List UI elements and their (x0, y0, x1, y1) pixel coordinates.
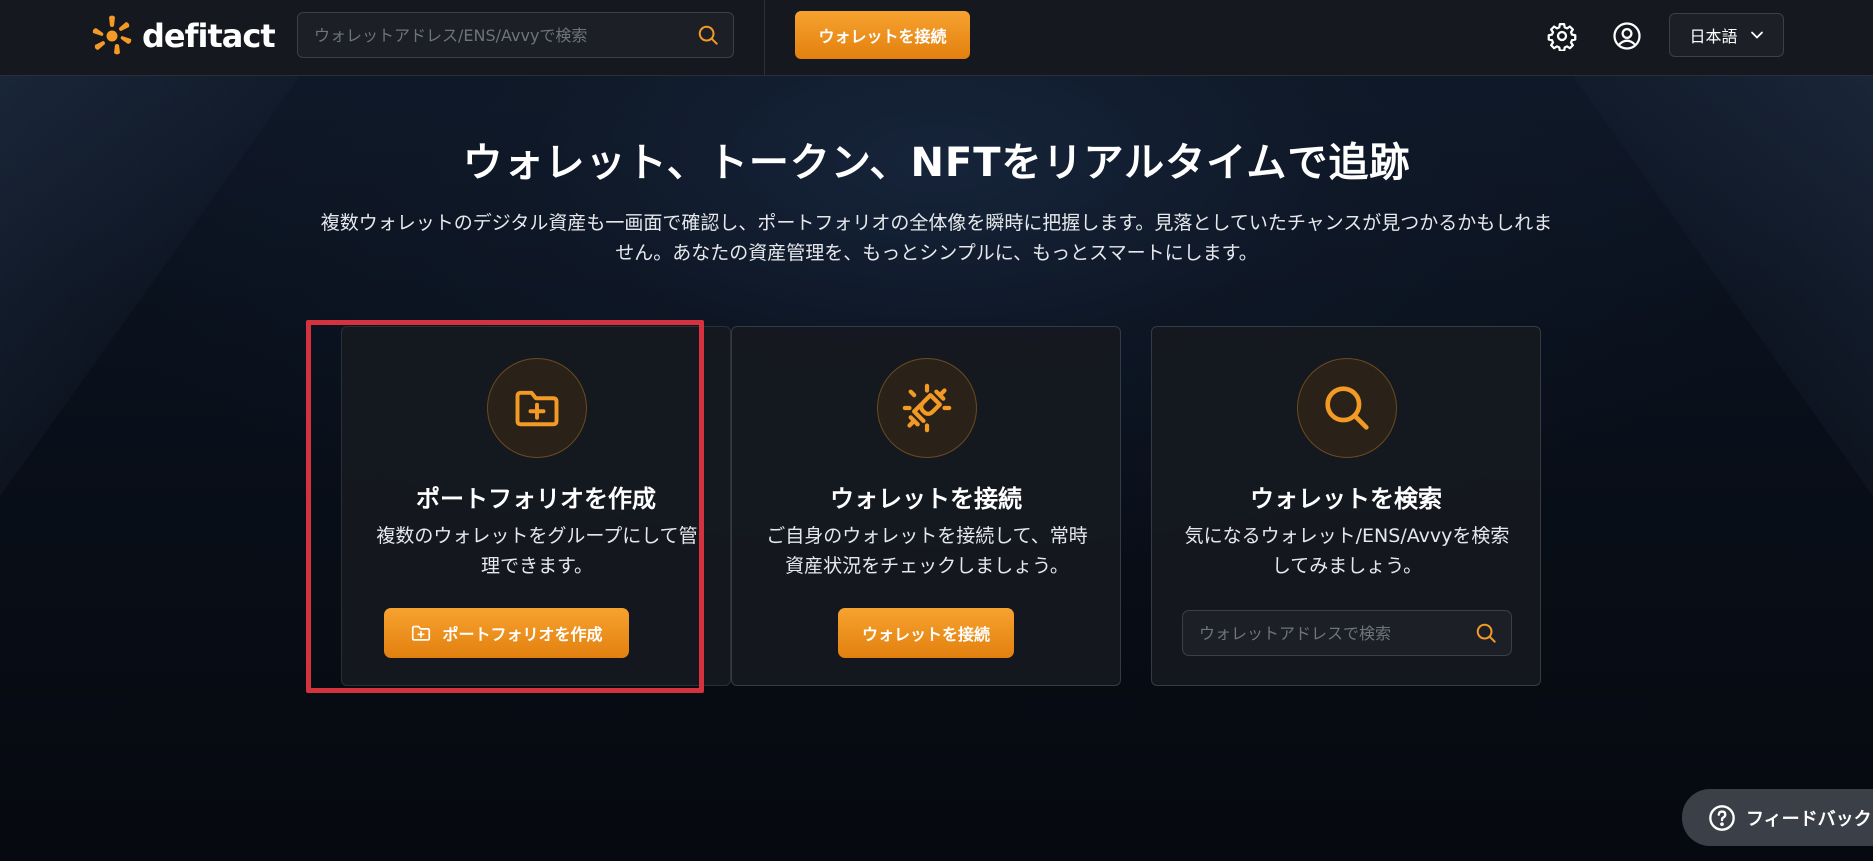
header-search[interactable] (297, 12, 734, 58)
feedback-button[interactable]: フィードバック (1682, 789, 1873, 846)
connect-wallet-card: ウォレットを接続 ご自身のウォレットを接続して、常時資産状況をチェックしましょう… (731, 326, 1121, 686)
connect-wallet-card-button[interactable]: ウォレットを接続 (838, 608, 1014, 658)
brand-name: defitact (142, 17, 276, 55)
create-portfolio-icon-circle (487, 358, 587, 458)
settings-gear-icon (1547, 23, 1577, 51)
create-portfolio-button-label: ポートフォリオを作成 (442, 625, 603, 644)
search-icon[interactable] (697, 24, 719, 46)
hero-title: ウォレット、トークン、NFTをリアルタイムで追跡 (462, 140, 1411, 186)
connect-wallet-card-button-label: ウォレットを接続 (861, 625, 990, 644)
top-nav: defitact ウォレットを接続 日本語 (0, 0, 1873, 76)
brand-logo-icon (92, 15, 132, 55)
create-portfolio-card: ポートフォリオを作成 複数のウォレットをグループにして管理できます。 ポートフォ… (341, 326, 731, 686)
hero-subtitle: 複数ウォレットのデジタル資産も一画面で確認し、ポートフォリオの全体像を瞬時に把握… (320, 212, 1553, 264)
settings-button[interactable] (1544, 18, 1580, 54)
create-portfolio-button[interactable]: ポートフォリオを作成 (384, 608, 629, 658)
search-wallet-card: ウォレットを検索 気になるウォレット/ENS/Avvyを検索してみましょう。 (1151, 326, 1541, 686)
brand-logo[interactable]: defitact (90, 14, 276, 58)
search-wallet-description: 気になるウォレット/ENS/Avvyを検索してみましょう。 (1184, 525, 1510, 577)
folder-plus-icon (515, 390, 559, 427)
connect-wallet-button[interactable]: ウォレットを接続 (795, 11, 970, 59)
create-portfolio-title: ポートフォリオを作成 (416, 485, 656, 513)
search-wallet-title: ウォレットを検索 (1250, 485, 1442, 513)
user-icon (1613, 22, 1641, 50)
feedback-label: フィードバック (1746, 808, 1872, 830)
create-portfolio-description: 複数のウォレットをグループにして管理できます。 (376, 525, 698, 577)
page: defitact ウォレットを接続 日本語 (0, 0, 1873, 861)
header-search-input[interactable] (312, 24, 697, 46)
connect-wallet-description: ご自身のウォレットを接続して、常時資産状況をチェックしましょう。 (766, 525, 1088, 577)
search-wallet-icon-circle (1297, 358, 1397, 458)
connect-wallet-title: ウォレットを接続 (830, 485, 1022, 513)
chevron-down-icon (1750, 31, 1763, 39)
magnifier-icon (1325, 386, 1369, 430)
language-label: 日本語 (1689, 27, 1738, 46)
search-icon[interactable] (1475, 622, 1497, 644)
language-select[interactable]: 日本語 (1669, 13, 1784, 57)
header-divider (764, 0, 765, 76)
wallet-search-box[interactable] (1182, 610, 1512, 656)
connect-wallet-icon-circle (877, 358, 977, 458)
account-button[interactable] (1609, 18, 1645, 54)
plug-connect-icon (902, 383, 952, 433)
wallet-search-input[interactable] (1197, 622, 1475, 644)
folder-plus-small-icon (412, 625, 431, 641)
question-circle-icon (1709, 804, 1735, 831)
